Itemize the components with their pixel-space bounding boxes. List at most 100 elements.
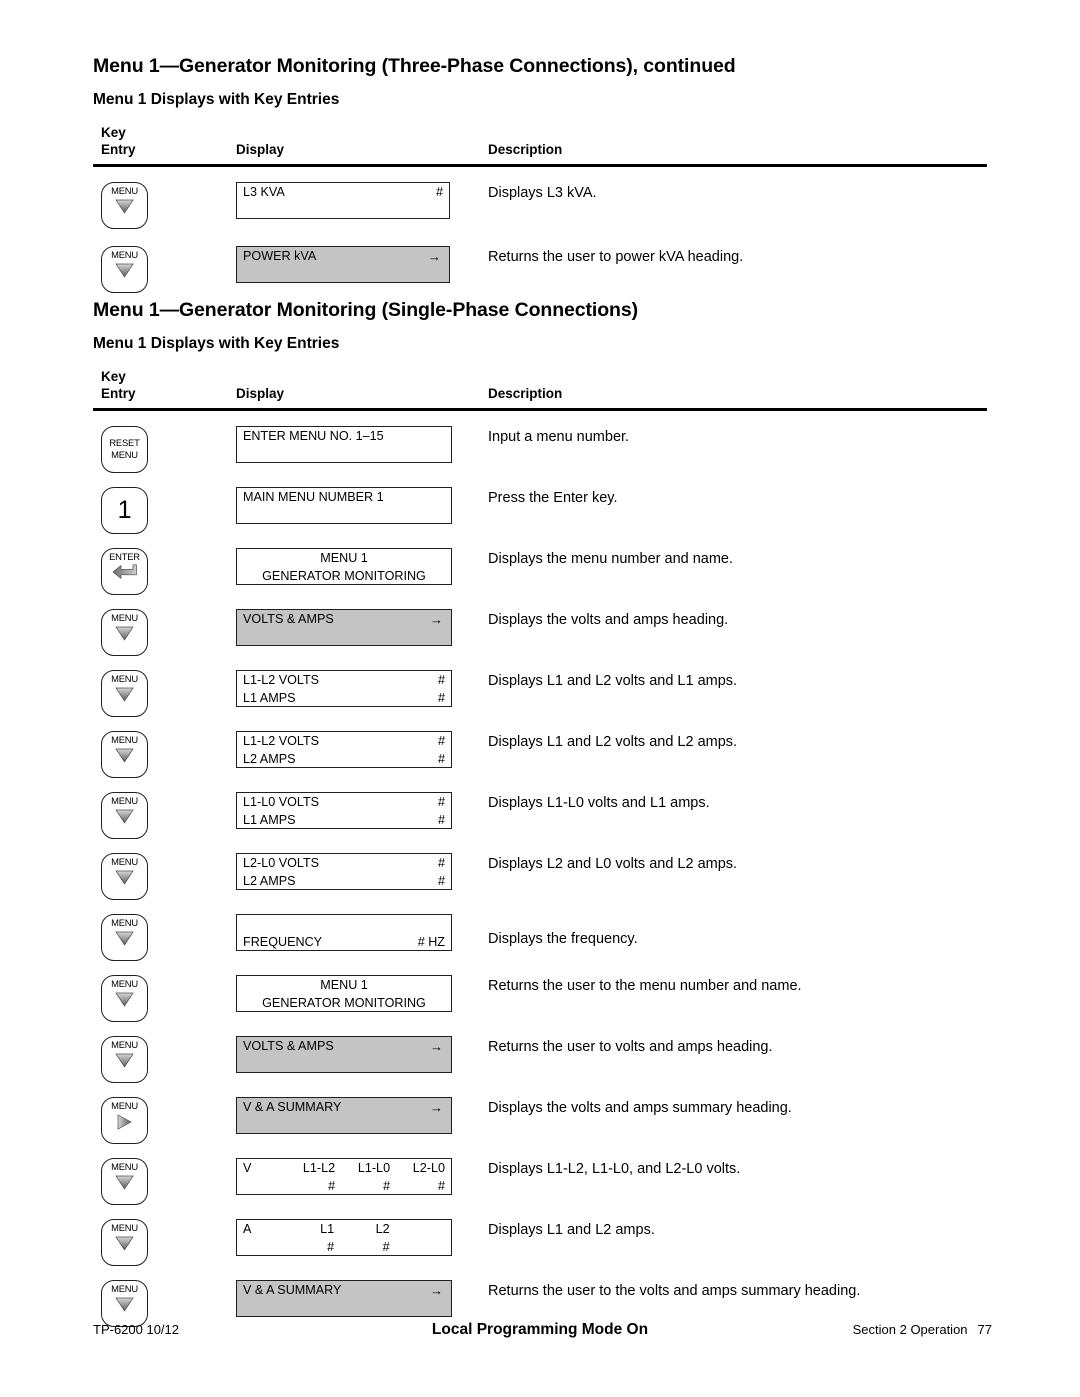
enter-arrow-icon [112, 564, 138, 585]
lcd-line2-right: # [437, 812, 445, 827]
lcd-columns-row-1: V L1-L2 L1-L0 L2-L0 [237, 1159, 451, 1177]
lcd-display: L3 KVA # [236, 181, 450, 219]
lcd-line-1: L3 KVA # [237, 183, 449, 201]
menu-key-button[interactable]: MENU [101, 669, 148, 717]
description-cell: Displays the frequency. [488, 930, 638, 947]
table-row: MENU L2-L0 VOLTS # L2 AMPS # Displays L2… [93, 852, 987, 900]
header-description: Description [488, 386, 563, 402]
arrow-right-icon: → [430, 611, 443, 627]
key-label: MENU [111, 611, 138, 623]
description-cell: Returns the user to volts and amps headi… [488, 1038, 773, 1055]
menu-key-button[interactable]: MENU [101, 974, 148, 1022]
key-label: MENU [111, 794, 138, 806]
key-cell: MENU [93, 1218, 236, 1266]
menu-key-button[interactable]: MENU [101, 1157, 148, 1205]
menu-key-button[interactable]: MENU [101, 852, 148, 900]
lcd-line1-left: L1-L2 VOLTS [243, 734, 320, 749]
section-single-phase: Menu 1—Generator Monitoring (Single-Phas… [93, 299, 987, 1327]
header-key: Key Entry [101, 369, 136, 402]
triangle-down-icon [115, 931, 134, 951]
col-label-unit: A [243, 1222, 252, 1237]
lcd-line-2: FREQUENCY # HZ [237, 933, 451, 951]
lcd-line-1: V & A SUMMARY → [237, 1281, 451, 1299]
menu-key-button[interactable]: MENU [101, 913, 148, 961]
table-row: MENU A L1 L2 # # Displays L1 and L2 amps… [93, 1218, 987, 1266]
description-cell: Displays L1 and L2 volts and L1 amps. [488, 672, 738, 689]
table-row: MENU L1-L0 VOLTS # L1 AMPS # Displays L1… [93, 791, 987, 839]
lcd-line-1: L1-L2 VOLTS # [237, 671, 451, 689]
menu-key-button[interactable]: MENU [101, 1279, 148, 1327]
key-cell: RESET MENU [93, 425, 236, 473]
menu-key-button[interactable]: MENU [101, 1035, 148, 1083]
triangle-down-icon [115, 870, 134, 890]
lcd-columns-row-2: # # # [237, 1177, 451, 1195]
menu-key-button[interactable]: MENU [101, 791, 148, 839]
display-cell: V L1-L2 L1-L0 L2-L0 # # # [236, 1157, 488, 1195]
key-label: MENU [111, 916, 138, 928]
numeric-key-button-1[interactable]: 1 [101, 486, 148, 534]
lcd-line-1: POWER kVA → [237, 247, 449, 265]
triangle-down-icon [115, 1297, 134, 1317]
reset-menu-key-button[interactable]: RESET MENU [101, 425, 148, 473]
lcd-line2-left: L2 AMPS [243, 873, 296, 888]
key-label: RESET MENU [109, 436, 140, 461]
arrow-right-icon: → [430, 1099, 443, 1115]
table-row: ENTER MENU 1 GENERATOR MONITORING Displa… [93, 547, 987, 595]
display-cell: L2-L0 VOLTS # L2 AMPS # [236, 852, 488, 890]
triangle-down-icon [115, 1053, 134, 1073]
menu-key-button[interactable]: MENU [101, 245, 148, 293]
menu-key-button[interactable]: MENU [101, 730, 148, 778]
table-row: MENU L1-L2 VOLTS # L2 AMPS # Displays L1… [93, 730, 987, 778]
display-cell: ENTER MENU NO. 1–15 [236, 425, 488, 463]
display-cell: POWER kVA → [236, 245, 488, 283]
key-label: MENU [111, 855, 138, 867]
lcd-line2-right: # HZ [417, 934, 445, 949]
footer-page-number: 77 [977, 1322, 992, 1337]
menu-key-button[interactable]: MENU [101, 608, 148, 656]
section2-subtitle: Menu 1 Displays with Key Entries [93, 335, 340, 353]
col-label-unit: V [243, 1161, 252, 1176]
lcd-display: L2-L0 VOLTS # L2 AMPS # [236, 852, 452, 890]
header-key: Key Entry [101, 125, 136, 158]
footer-section-info: Section 2 Operation 77 [853, 1322, 992, 1337]
key-cell: MENU [93, 913, 236, 961]
section2-title: Menu 1—Generator Monitoring (Single-Phas… [93, 299, 638, 321]
lcd-line-1: MENU 1 [237, 976, 451, 994]
lcd-line-2 [237, 1055, 451, 1073]
arrow-right-icon: → [430, 1038, 443, 1054]
lcd-line-2: L1 AMPS # [237, 811, 451, 829]
triangle-down-icon [115, 1175, 134, 1195]
lcd-line-1: MENU 1 [237, 549, 451, 567]
lcd-line-2 [237, 201, 449, 219]
table-row: MENU L3 KVA # Displays L3 kVA. [93, 181, 987, 229]
lcd-line1-left: MAIN MENU NUMBER 1 [243, 490, 384, 505]
lcd-line1-right: # [437, 673, 445, 688]
enter-key-button[interactable]: ENTER [101, 547, 148, 595]
section-three-phase: Menu 1—Generator Monitoring (Three-Phase… [93, 55, 987, 293]
lcd-line-1: VOLTS & AMPS → [237, 610, 451, 628]
lcd-line2-left: FREQUENCY [243, 934, 323, 949]
table-row: MENU POWER kVA → Returns the user to pow… [93, 245, 987, 293]
table-row: MENU V & A SUMMARY → Returns the user to… [93, 1279, 987, 1327]
col-label-3: L2-L0 [412, 1161, 446, 1176]
lcd-display: L1-L0 VOLTS # L1 AMPS # [236, 791, 452, 829]
key-cell: ENTER [93, 547, 236, 595]
menu-key-button[interactable]: MENU [101, 1218, 148, 1266]
arrow-right-icon: → [430, 1282, 443, 1298]
lcd-line1-center: MENU 1 [320, 551, 368, 566]
lcd-line-2 [237, 628, 451, 646]
header-display: Display [236, 386, 285, 402]
page-footer: TP-6200 10/12 Local Programming Mode On … [0, 1321, 1080, 1342]
lcd-line2-left: L1 AMPS [243, 812, 296, 827]
key-cell: MENU [93, 181, 236, 229]
key-label: MENU [111, 1160, 138, 1172]
lcd-line-1 [237, 915, 451, 933]
description-cell: Displays the menu number and name. [488, 550, 734, 567]
display-cell: FREQUENCY # HZ [236, 913, 488, 951]
lcd-display: V & A SUMMARY → [236, 1279, 452, 1317]
menu-key-button-right[interactable]: MENU [101, 1096, 148, 1144]
col-value-2: # [382, 1239, 390, 1254]
menu-key-button[interactable]: MENU [101, 181, 148, 229]
lcd-line-2: L2 AMPS # [237, 750, 451, 768]
key-label: 1 [117, 496, 132, 525]
